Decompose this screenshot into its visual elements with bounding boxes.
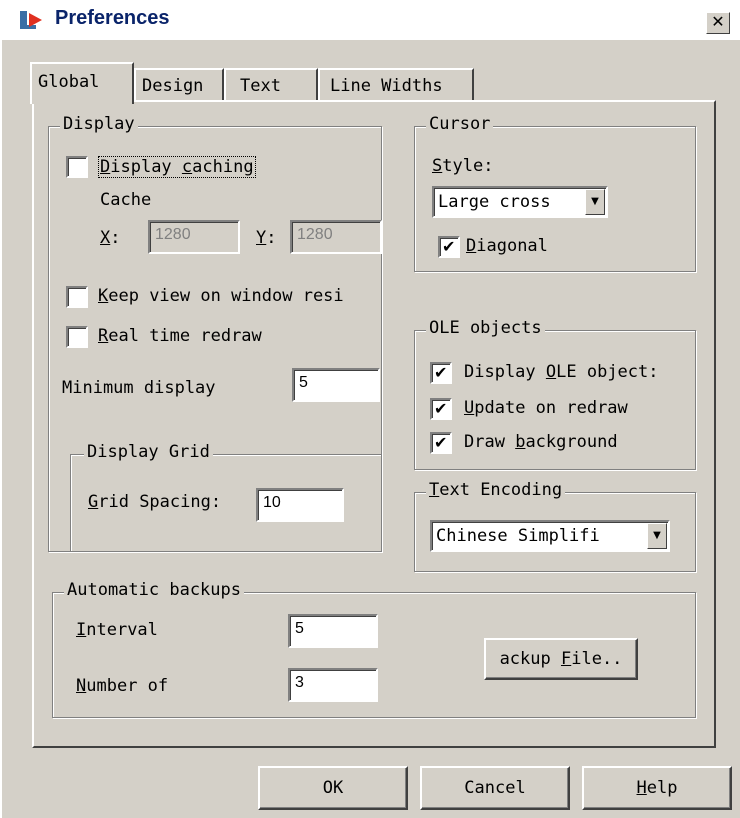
cache-x-label: X:: [100, 228, 121, 248]
tab-global[interactable]: Global: [30, 62, 134, 104]
real-time-redraw-label[interactable]: Real time redraw: [98, 326, 262, 346]
min-display-label: Minimum display: [62, 378, 216, 398]
real-time-redraw-checkbox[interactable]: [66, 326, 88, 348]
window-title: Preferences: [55, 7, 170, 29]
draw-background-checkbox[interactable]: ✔: [430, 432, 452, 454]
draw-background-label[interactable]: Draw background: [464, 432, 618, 452]
cursor-style-dropdown[interactable]: Large cross ▼: [432, 186, 608, 218]
display-grid-label: Display Grid: [84, 442, 213, 462]
tab-panel: Display Display caching Cache X: 1280 Y:…: [32, 100, 716, 748]
tab-label: Text: [240, 76, 281, 96]
display-ole-label[interactable]: Display OLE object:: [464, 362, 659, 382]
cache-y-input[interactable]: 1280: [290, 220, 382, 254]
display-group-label: Display: [60, 114, 138, 134]
tab-line-widths[interactable]: Line Widths: [318, 68, 474, 100]
chevron-down-icon[interactable]: ▼: [647, 523, 667, 549]
grid-spacing-input[interactable]: 10: [256, 488, 344, 522]
interval-input[interactable]: 5: [288, 614, 378, 648]
check-icon: ✔: [434, 433, 448, 452]
diagonal-label[interactable]: Diagonal: [466, 236, 548, 256]
update-redraw-label[interactable]: Update on redraw: [464, 398, 628, 418]
display-caching-label[interactable]: Display caching: [98, 156, 256, 178]
ok-button[interactable]: OK: [258, 766, 408, 810]
tab-design[interactable]: Design: [134, 68, 224, 100]
cancel-button[interactable]: Cancel: [420, 766, 570, 810]
cursor-group-label: Cursor: [426, 114, 494, 134]
interval-label: Interval: [76, 620, 158, 640]
cache-y-label: Y:: [256, 228, 277, 248]
cursor-style-value: Large cross: [438, 192, 551, 212]
automatic-backups-label: Automatic backups: [64, 580, 244, 600]
cache-x-input[interactable]: 1280: [148, 220, 240, 254]
cursor-style-label: Style:: [432, 156, 494, 176]
help-button[interactable]: Help: [582, 766, 732, 810]
check-icon: ✔: [434, 363, 448, 382]
text-encoding-label: Text Encoding: [426, 480, 566, 500]
text-encoding-value: Chinese Simplifi: [436, 526, 600, 546]
tab-label: Design: [142, 76, 204, 96]
keep-view-label[interactable]: Keep view on window resi: [98, 286, 344, 306]
app-icon: [20, 11, 42, 29]
check-icon: ✔: [434, 399, 448, 418]
check-icon: ✔: [442, 237, 456, 256]
close-button[interactable]: ✕: [706, 12, 730, 34]
backup-file-button[interactable]: ackup File..: [484, 638, 638, 680]
grid-spacing-label: Grid Spacing:: [88, 492, 222, 512]
text-encoding-dropdown[interactable]: Chinese Simplifi ▼: [430, 520, 670, 552]
update-redraw-checkbox[interactable]: ✔: [430, 398, 452, 420]
display-ole-checkbox[interactable]: ✔: [430, 362, 452, 384]
cache-label: Cache: [100, 190, 152, 210]
tab-label: Line Widths: [330, 76, 443, 96]
diagonal-checkbox[interactable]: ✔: [438, 236, 460, 258]
close-icon: ✕: [711, 12, 725, 31]
tab-text[interactable]: Text: [224, 68, 318, 100]
number-of-label: Number of: [76, 676, 169, 696]
ole-group-label: OLE objects: [426, 318, 545, 338]
chevron-down-icon[interactable]: ▼: [585, 189, 605, 215]
display-caching-checkbox[interactable]: [66, 156, 88, 178]
tab-label: Global: [38, 72, 100, 92]
min-display-input[interactable]: 5: [292, 368, 380, 402]
title-bar[interactable]: Preferences ✕: [0, 0, 740, 40]
number-of-input[interactable]: 3: [288, 668, 378, 702]
keep-view-checkbox[interactable]: [66, 286, 88, 308]
